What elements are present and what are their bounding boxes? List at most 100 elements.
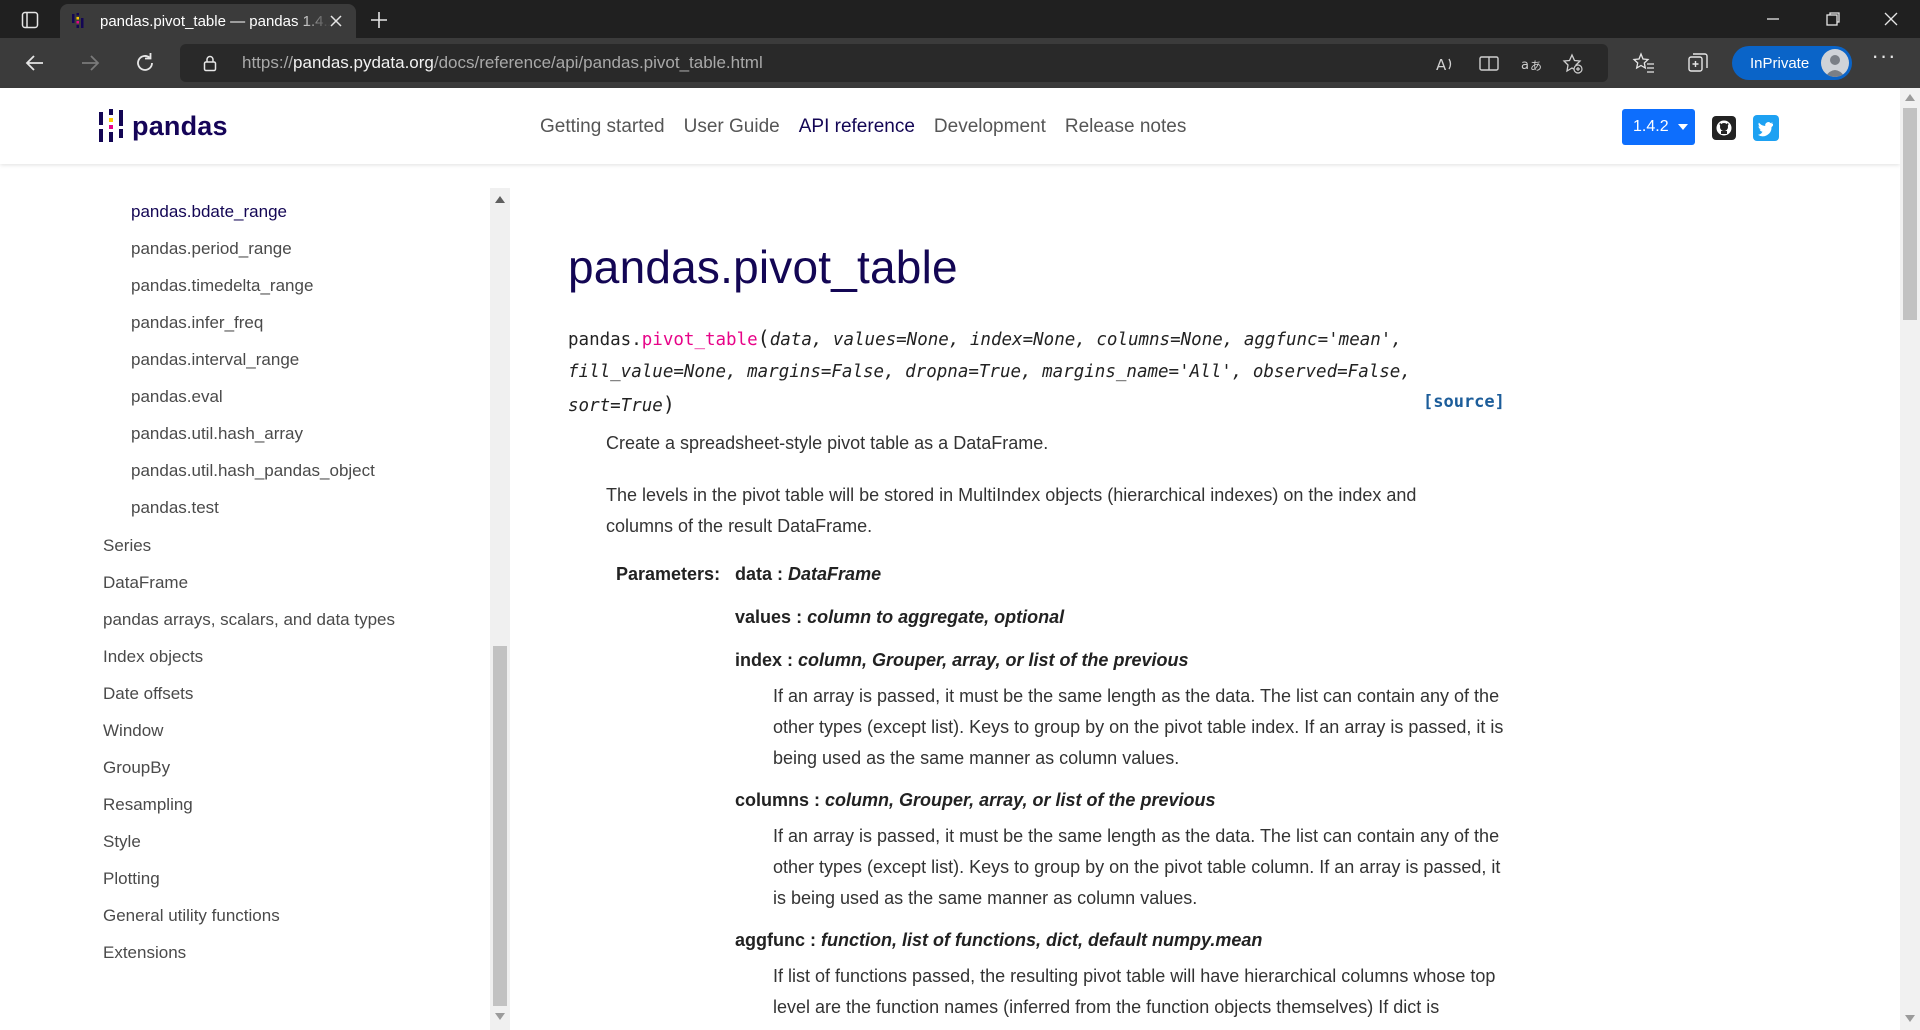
nav-api-reference[interactable]: API reference — [799, 116, 915, 138]
signature-module: pandas. — [568, 330, 642, 350]
refresh-icon[interactable] — [132, 50, 158, 76]
nav-getting-started[interactable]: Getting started — [540, 116, 665, 138]
pandas-logo[interactable]: pandas — [98, 108, 228, 144]
main-nav: Getting started User Guide API reference… — [540, 116, 1205, 138]
sidebar-item-infer-freq[interactable]: pandas.infer_freq — [131, 313, 263, 333]
signature-params-1: data, values=None, index=None, columns=N… — [769, 330, 1402, 350]
signature-params-3: sort=True — [568, 396, 663, 416]
url-domain: pandas.pydata.org — [293, 53, 434, 72]
param-name: data — [735, 564, 773, 584]
url-text[interactable]: https://pandas.pydata.org/docs/reference… — [242, 53, 763, 73]
tab-title: pandas.pivot_table — pandas 1.4.2 docume… — [100, 12, 330, 30]
param-name: values — [735, 607, 792, 627]
sidebar-item-test[interactable]: pandas.test — [131, 498, 219, 518]
favorites-icon[interactable] — [1632, 51, 1656, 75]
sidebar-item-eval[interactable]: pandas.eval — [131, 387, 223, 407]
new-tab-icon[interactable] — [368, 9, 390, 31]
close-window-icon[interactable] — [1880, 8, 1902, 30]
sidebar-item-window[interactable]: Window — [103, 721, 163, 741]
collections-icon[interactable] — [1686, 51, 1710, 75]
param-columns-desc: If an array is passed, it must be the sa… — [773, 826, 1501, 908]
sidebar-item-hash-pandas-object[interactable]: pandas.util.hash_pandas_object — [131, 461, 375, 481]
source-link[interactable]: [source] — [1423, 392, 1505, 412]
sidebar-item-style[interactable]: Style — [103, 832, 141, 852]
param-aggfunc-desc: If list of functions passed, the resulti… — [773, 966, 1496, 1017]
sidebar-scroll-thumb[interactable] — [493, 646, 507, 1006]
param-data: data : DataFrame — [735, 564, 882, 584]
sidebar-item-dataframe[interactable]: DataFrame — [103, 573, 188, 593]
add-favorite-icon[interactable] — [1562, 53, 1584, 75]
sidebar-item-timedelta-range[interactable]: pandas.timedelta_range — [131, 276, 313, 296]
sidebar-item-general-utility[interactable]: General utility functions — [103, 906, 280, 926]
page-scrollbar[interactable] — [1900, 88, 1920, 1030]
tab-actions-icon[interactable] — [14, 8, 46, 32]
version-label: 1.4.2 — [1633, 118, 1669, 135]
brand-name: pandas — [132, 110, 228, 141]
sidebar-item-hash-array[interactable]: pandas.util.hash_array — [131, 424, 303, 444]
address-bar[interactable]: https://pandas.pydata.org/docs/reference… — [180, 44, 1608, 82]
sidebar-item-extensions[interactable]: Extensions — [103, 943, 186, 963]
scroll-down-icon[interactable] — [495, 1013, 505, 1020]
parameters-label: Parameters: — [616, 564, 721, 584]
close-tab-icon[interactable] — [328, 13, 344, 29]
sidebar-item-index-objects[interactable]: Index objects — [103, 647, 203, 667]
svg-text:A: A — [1436, 56, 1447, 74]
version-dropdown[interactable]: 1.4.2 — [1622, 109, 1695, 145]
param-type: column to aggregate, optional — [807, 607, 1065, 627]
forward-icon[interactable] — [77, 50, 103, 76]
sidebar-scrollbar[interactable] — [490, 188, 510, 1030]
inprivate-label: InPrivate — [1750, 54, 1810, 72]
browser-tab-bar: pandas.pivot_table — pandas 1.4.2 docume… — [0, 0, 1920, 38]
param-name: columns — [735, 790, 810, 810]
scroll-up-icon[interactable] — [495, 196, 505, 203]
sidebar-item-series[interactable]: Series — [103, 536, 151, 556]
param-type: DataFrame — [788, 564, 882, 584]
minimize-icon[interactable] — [1762, 8, 1784, 30]
immersive-reader-icon[interactable] — [1478, 53, 1500, 75]
description-text: The levels in the pivot table will be st… — [606, 485, 1417, 536]
param-type: function, list of functions, dict, defau… — [821, 930, 1263, 950]
sidebar-item-date-offsets[interactable]: Date offsets — [103, 684, 193, 704]
sidebar-nav: pandas.bdate_range pandas.period_range p… — [0, 190, 490, 1030]
sidebar-item-bdate-range[interactable]: pandas.bdate_range — [131, 202, 287, 222]
sidebar-item-arrays[interactable]: pandas arrays, scalars, and data types — [103, 610, 395, 630]
nav-user-guide[interactable]: User Guide — [684, 116, 780, 138]
page-scroll-thumb[interactable] — [1903, 108, 1917, 320]
browser-toolbar: https://pandas.pydata.org/docs/reference… — [0, 38, 1920, 88]
param-index-desc: If an array is passed, it must be the sa… — [773, 686, 1504, 768]
sidebar-item-interval-range[interactable]: pandas.interval_range — [131, 350, 299, 370]
signature-params-2: fill_value=None, margins=False, dropna=T… — [568, 362, 1411, 382]
github-icon[interactable] — [1712, 116, 1736, 140]
read-aloud-icon[interactable]: A — [1434, 53, 1456, 75]
sidebar-item-plotting[interactable]: Plotting — [103, 869, 160, 889]
page-scroll-down-icon[interactable] — [1905, 1015, 1915, 1022]
lock-icon[interactable] — [202, 54, 218, 72]
page-scroll-up-icon[interactable] — [1905, 94, 1915, 101]
back-icon[interactable] — [22, 50, 48, 76]
browser-tab[interactable]: pandas.pivot_table — pandas 1.4.2 docume… — [60, 4, 356, 38]
inprivate-button[interactable]: InPrivate — [1732, 46, 1852, 80]
param-index: index : column, Grouper, array, or list … — [735, 650, 1189, 670]
signature-function-name: pivot_table — [641, 330, 758, 350]
caret-down-icon — [1677, 124, 1688, 130]
translate-icon[interactable]: aあ — [1520, 53, 1542, 75]
param-columns: columns : column, Grouper, array, or lis… — [735, 790, 1216, 810]
sidebar-item-groupby[interactable]: GroupBy — [103, 758, 170, 778]
svg-text:あ: あ — [1530, 59, 1542, 73]
pandas-logo-icon — [99, 109, 123, 142]
param-values: values : column to aggregate, optional — [735, 607, 1065, 627]
restore-icon[interactable] — [1822, 8, 1844, 30]
nav-development[interactable]: Development — [934, 116, 1046, 138]
twitter-icon[interactable] — [1753, 115, 1779, 141]
nav-release-notes[interactable]: Release notes — [1065, 116, 1186, 138]
param-name: index — [735, 650, 783, 670]
url-path: /docs/reference/api/pandas.pivot_table.h… — [433, 53, 763, 72]
summary-text: Create a spreadsheet-style pivot table a… — [606, 433, 1049, 453]
settings-more-icon[interactable]: ··· — [1870, 45, 1898, 75]
sidebar-item-period-range[interactable]: pandas.period_range — [131, 239, 292, 259]
url-scheme: https:// — [242, 53, 294, 72]
main-content: pandas.pivot_table pandas.pivot_table(da… — [568, 240, 1528, 1017]
param-type: column, Grouper, array, or list of the p… — [798, 650, 1189, 670]
signature-line-1: pandas.pivot_table(data, values=None, in… — [568, 326, 1402, 350]
sidebar-item-resampling[interactable]: Resampling — [103, 795, 193, 815]
